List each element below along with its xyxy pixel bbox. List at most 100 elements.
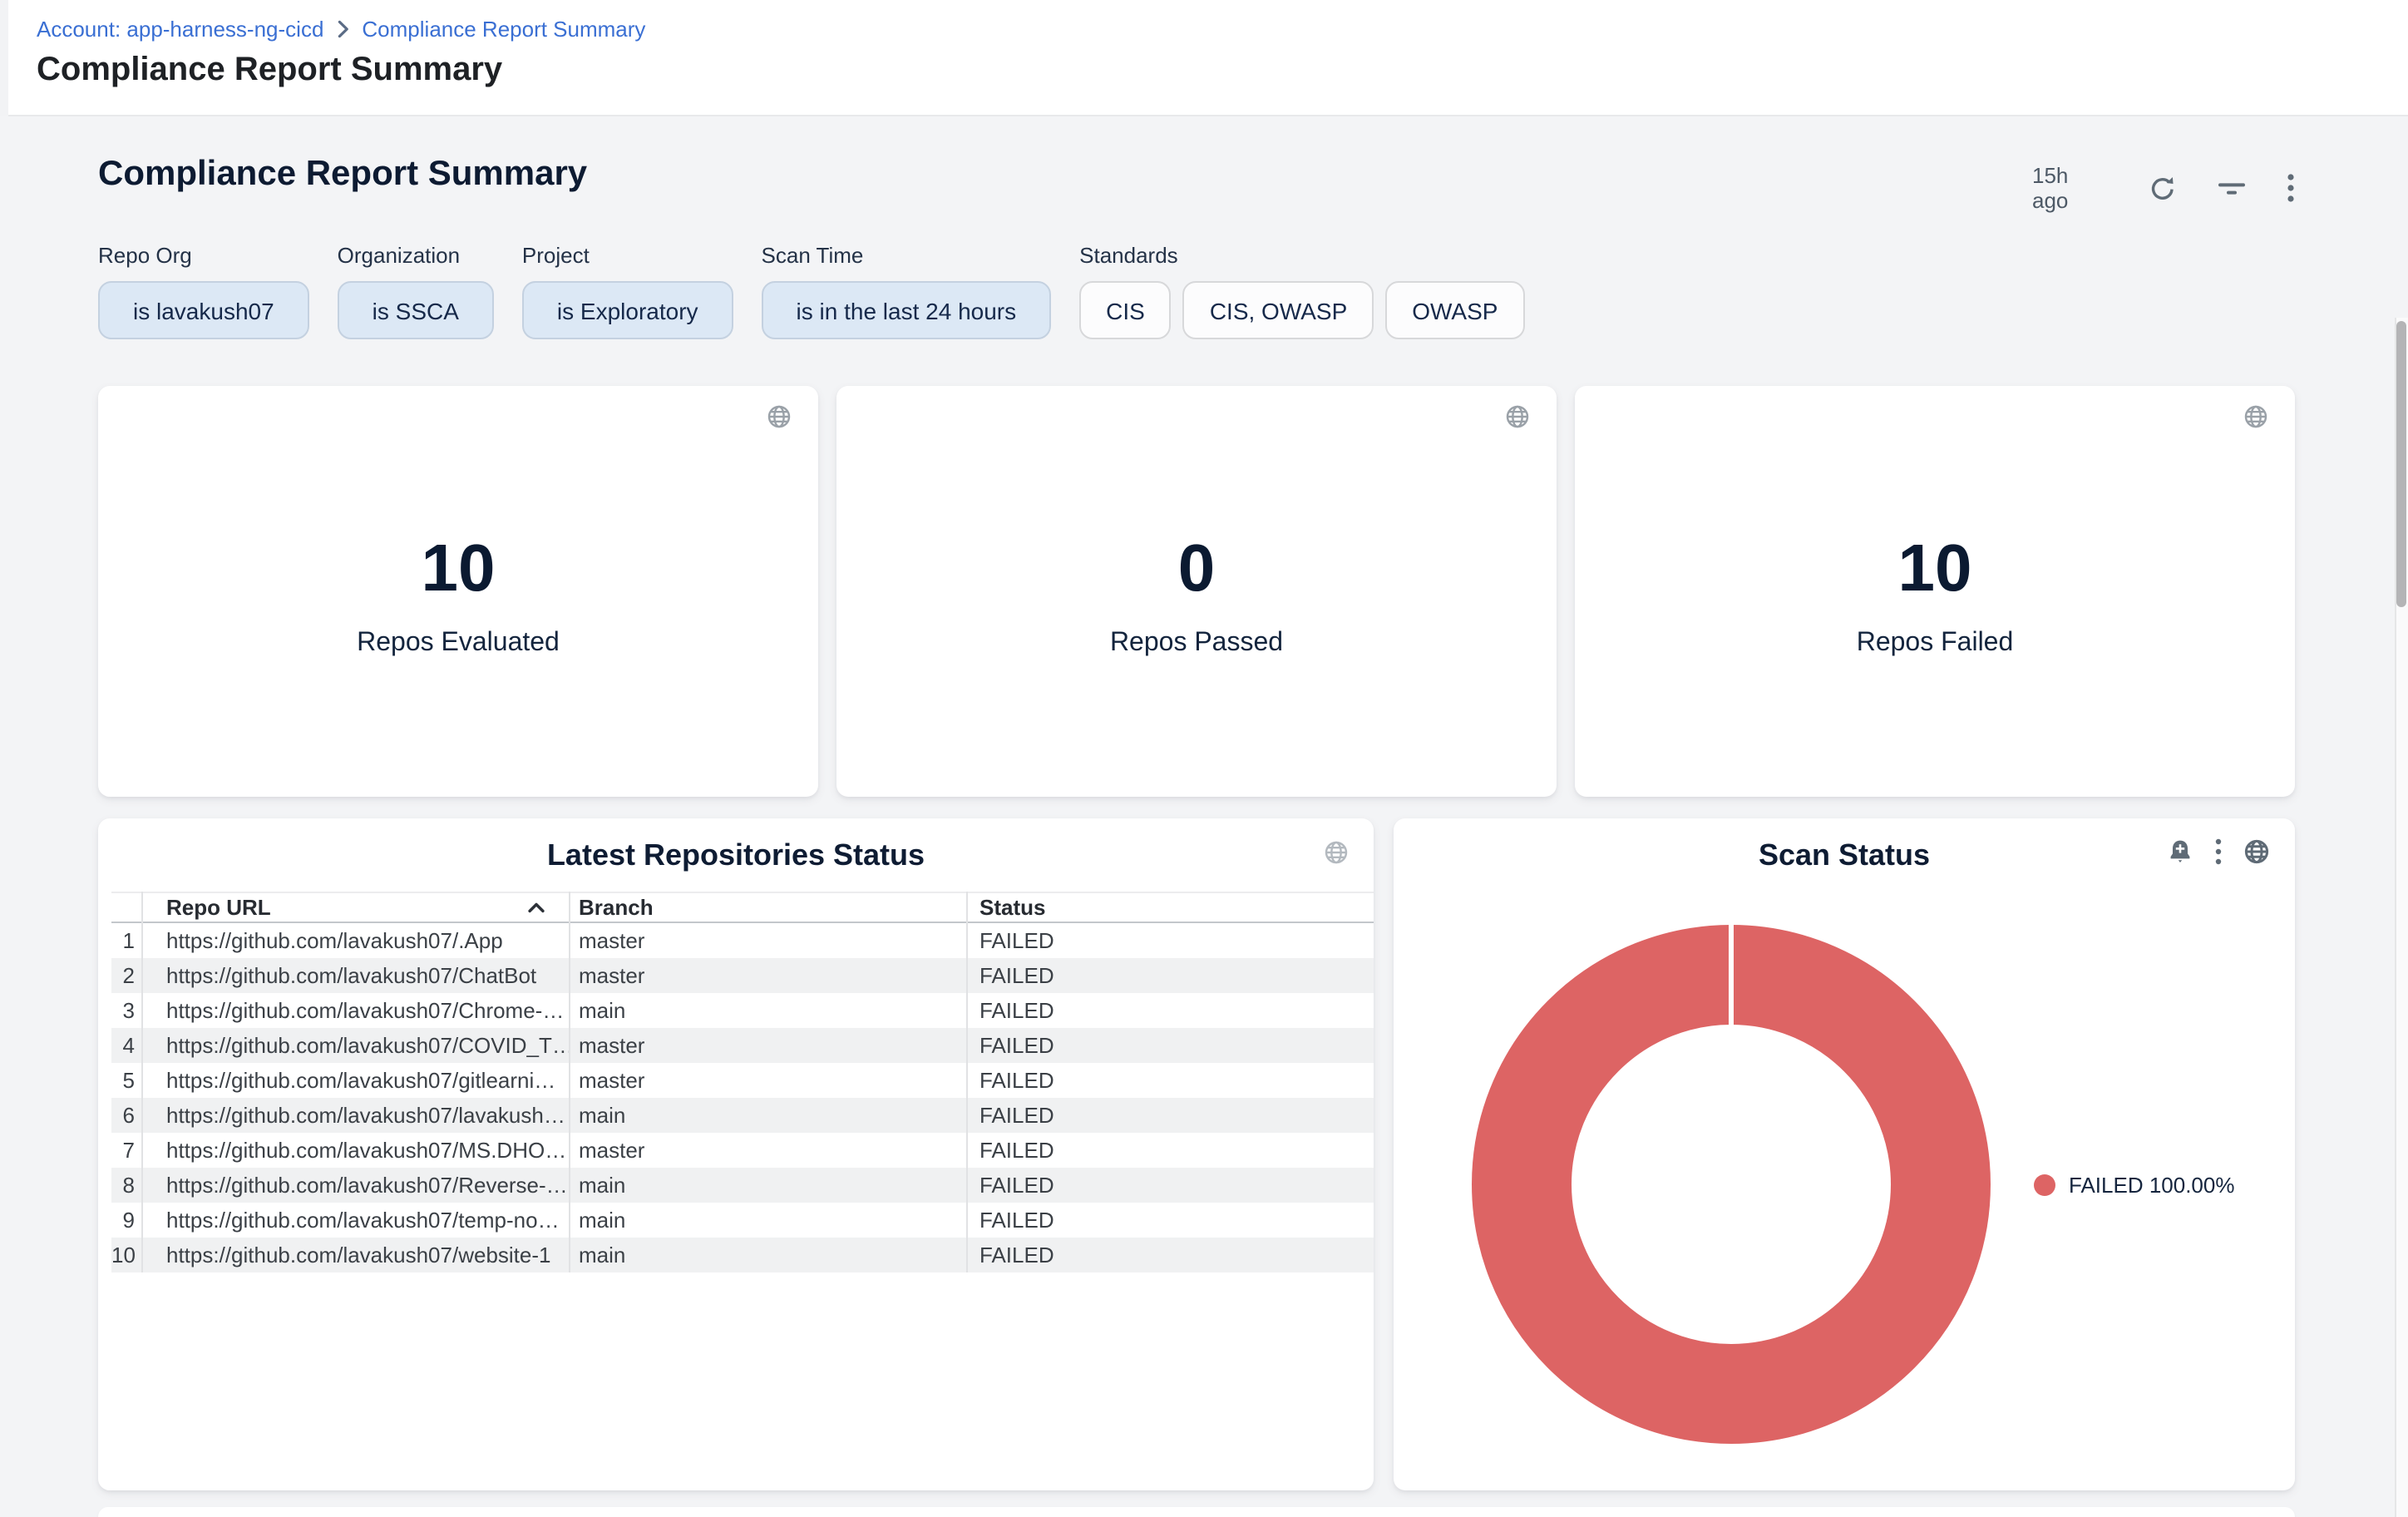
filter-label: Organization <box>338 243 494 268</box>
row-number: 5 <box>111 1068 141 1093</box>
row-number: 1 <box>111 928 141 953</box>
status-cell: FAILED <box>966 1243 1374 1267</box>
globe-icon[interactable] <box>2243 404 2268 437</box>
breadcrumb: Account: app-harness-ng-cicd Compliance … <box>37 17 645 42</box>
refresh-icon[interactable] <box>2149 174 2177 202</box>
chart-legend: FAILED 100.00% <box>2034 1161 2234 1208</box>
branch-cell: master <box>569 928 966 953</box>
globe-icon[interactable] <box>1324 840 1349 873</box>
filter-label: Project <box>522 243 733 268</box>
standards-chip-owasp[interactable]: OWASP <box>1385 281 1524 339</box>
branch-cell: master <box>569 1068 966 1093</box>
row-number: 8 <box>111 1173 141 1198</box>
row-number: 9 <box>111 1208 141 1233</box>
tile-repos-evaluated: 10 Repos Evaluated <box>98 386 818 797</box>
status-cell: FAILED <box>966 1068 1374 1093</box>
row-number: 2 <box>111 963 141 988</box>
filter-project: Project is Exploratory <box>522 243 733 339</box>
compliance-dashboard-page: Account: app-harness-ng-cicd Compliance … <box>0 0 2408 1517</box>
repo-url-cell: https://github.com/lavakush07/COVID_T… <box>141 1033 569 1058</box>
breadcrumb-current-link[interactable]: Compliance Report Summary <box>362 17 645 42</box>
filter-repo-org: Repo Org is lavakush07 <box>98 243 309 339</box>
table-row: 10https://github.com/lavakush07/website-… <box>111 1238 1374 1272</box>
branch-cell: master <box>569 1033 966 1058</box>
repos-evaluated-label: Repos Evaluated <box>98 629 818 659</box>
branch-cell: main <box>569 1243 966 1267</box>
table-body: 1https://github.com/lavakush07/.Appmaste… <box>111 923 1374 1272</box>
column-divider <box>966 892 968 1272</box>
status-cell: FAILED <box>966 928 1374 953</box>
table-row: 2https://github.com/lavakush07/ChatBotma… <box>111 958 1374 993</box>
scan-status-title: Scan Status <box>1394 838 2295 873</box>
filter-label: Standards <box>1079 243 1524 268</box>
table-row: 7https://github.com/lavakush07/MS.DHO…ma… <box>111 1133 1374 1168</box>
repo-url-cell: https://github.com/lavakush07/Chrome-… <box>141 998 569 1023</box>
more-options-kebab-icon[interactable] <box>2287 173 2295 203</box>
tile-repos-failed: 10 Repos Failed <box>1575 386 2295 797</box>
next-card-partial <box>98 1507 2295 1517</box>
row-number: 4 <box>111 1033 141 1058</box>
chevron-right-icon <box>337 20 348 38</box>
filter-scan-time: Scan Time is in the last 24 hours <box>762 243 1052 339</box>
more-options-kebab-icon[interactable] <box>2215 838 2222 865</box>
status-cell: FAILED <box>966 998 1374 1023</box>
top-header-bar: Account: app-harness-ng-cicd Compliance … <box>0 0 2408 116</box>
scan-card-toolbar <box>2167 838 2270 865</box>
repo-url-cell: https://github.com/lavakush07/ChatBot <box>141 963 569 988</box>
table-row: 4https://github.com/lavakush07/COVID_T…m… <box>111 1028 1374 1063</box>
filter-icon[interactable] <box>2217 175 2247 201</box>
repo-url-cell: https://github.com/lavakush07/.App <box>141 928 569 953</box>
table-row: 6https://github.com/lavakush07/lavakush…… <box>111 1098 1374 1133</box>
alert-bell-plus-icon[interactable] <box>2167 838 2193 865</box>
dashboard-toolbar: 15h ago <box>2032 163 2295 213</box>
status-cell: FAILED <box>966 963 1374 988</box>
globe-icon[interactable] <box>1505 404 1530 437</box>
status-cell: FAILED <box>966 1033 1374 1058</box>
filter-chip-organization[interactable]: is SSCA <box>338 281 494 339</box>
status-cell: FAILED <box>966 1173 1374 1198</box>
repo-url-cell: https://github.com/lavakush07/gitlearni… <box>141 1068 569 1093</box>
filter-chip-repo-org[interactable]: is lavakush07 <box>98 281 309 339</box>
branch-cell: main <box>569 1208 966 1233</box>
branch-cell: main <box>569 998 966 1023</box>
filter-chip-scan-time[interactable]: is in the last 24 hours <box>762 281 1052 339</box>
repositories-table: Repo URL Branch Status 1https://github.c… <box>111 892 1374 1272</box>
status-cell: FAILED <box>966 1208 1374 1233</box>
scan-status-card: Scan Status <box>1394 818 2295 1490</box>
repos-passed-label: Repos Passed <box>836 629 1557 659</box>
filter-chip-project[interactable]: is Exploratory <box>522 281 733 339</box>
row-number: 6 <box>111 1103 141 1128</box>
branch-cell: main <box>569 1103 966 1128</box>
branch-cell: master <box>569 1138 966 1163</box>
branch-cell: master <box>569 963 966 988</box>
dashboard-title: Compliance Report Summary <box>98 155 587 195</box>
globe-icon[interactable] <box>2243 838 2270 865</box>
filter-label: Repo Org <box>98 243 309 268</box>
latest-repositories-status-card: Latest Repositories Status Repo URL Bran… <box>98 818 1374 1490</box>
repo-url-cell: https://github.com/lavakush07/lavakush… <box>141 1103 569 1128</box>
standards-chip-cis-owasp[interactable]: CIS, OWASP <box>1183 281 1374 339</box>
status-cell: FAILED <box>966 1138 1374 1163</box>
repos-passed-value: 0 <box>836 532 1557 605</box>
filter-standards: Standards CIS CIS, OWASP OWASP <box>1079 243 1524 339</box>
repo-url-cell: https://github.com/lavakush07/temp-no… <box>141 1208 569 1233</box>
repo-url-cell: https://github.com/lavakush07/Reverse-… <box>141 1173 569 1198</box>
repos-failed-value: 10 <box>1575 532 2295 605</box>
vertical-scrollbar-thumb[interactable] <box>2396 321 2406 607</box>
sort-ascending-icon <box>527 902 545 913</box>
globe-icon[interactable] <box>767 404 792 437</box>
column-header-branch[interactable]: Branch <box>569 895 966 920</box>
repos-failed-label: Repos Failed <box>1575 629 2295 659</box>
table-row: 8https://github.com/lavakush07/Reverse-…… <box>111 1168 1374 1203</box>
column-divider <box>569 892 570 1272</box>
breadcrumb-account-link[interactable]: Account: app-harness-ng-cicd <box>37 17 323 42</box>
last-refreshed-time: 15h ago <box>2032 163 2109 213</box>
table-card-title: Latest Repositories Status <box>98 838 1374 873</box>
filter-organization: Organization is SSCA <box>338 243 494 339</box>
column-header-status[interactable]: Status <box>966 895 1374 920</box>
column-divider <box>141 892 143 1272</box>
standards-chip-cis[interactable]: CIS <box>1079 281 1172 339</box>
left-edge-strip <box>0 0 8 116</box>
repo-url-header-label: Repo URL <box>166 895 271 920</box>
column-header-repo-url[interactable]: Repo URL <box>141 895 569 920</box>
